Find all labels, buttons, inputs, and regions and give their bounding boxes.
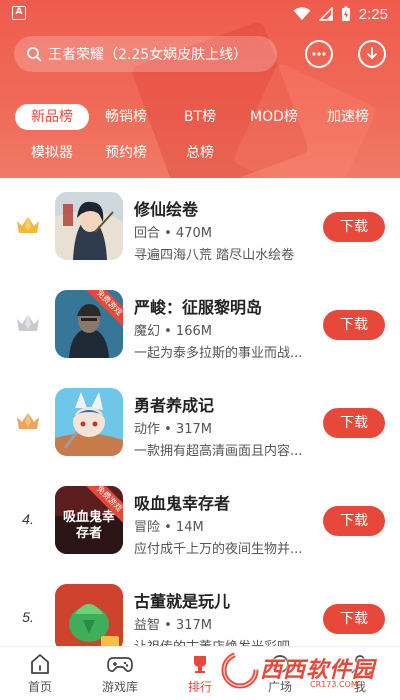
nav-game-library[interactable]: 游戏库 [90,651,150,697]
download-button[interactable]: 下载 [323,408,385,438]
list-item[interactable]: 4. 吸血鬼幸存者 免费游戏 吸血鬼幸存者 冒险 • 14M 应付成千上万的夜间… [0,476,400,574]
gold-crown-icon [17,217,39,233]
download-button[interactable]: 下载 [323,604,385,634]
download-manager-button[interactable] [358,40,386,68]
game-name: 古董就是玩儿 [134,592,231,611]
list-item[interactable]: 修仙绘卷 回合 • 470M 寻遍四海八荒 踏尽山水绘卷 下载 [0,182,400,280]
rank-1-crown [12,210,44,240]
list-item[interactable]: 免费游戏 严峻：征服黎明岛 魔幻 • 166M 一起为泰多拉斯的事业而战... … [0,280,400,378]
battery-icon [341,6,350,21]
search-bar[interactable]: 王者荣耀（2.25女娲皮肤上线） [14,36,277,72]
game-meta: 冒险 • 14M [134,520,204,535]
rank-5: 5. [12,602,44,632]
download-button[interactable]: 下载 [323,310,385,340]
gamepad-icon [107,657,133,672]
rank-3-crown [12,406,44,436]
download-button[interactable]: 下载 [323,506,385,536]
message-button[interactable] [305,40,333,68]
tab-bestseller[interactable]: 畅销榜 [98,104,154,130]
tab-emulator[interactable]: 模拟器 [24,140,80,166]
tab-new[interactable]: 新品榜 [15,104,89,130]
download-icon [367,47,377,59]
game-description: 一起为泰多拉斯的事业而战... [134,346,303,361]
game-meta: 益智 • 317M [134,618,212,633]
rank-4: 4. [12,504,44,534]
tab-mod[interactable]: MOD榜 [244,104,304,130]
status-bar: A 2:25 [0,0,400,28]
trophy-icon [194,656,206,673]
tab-bt[interactable]: BT榜 [172,104,228,130]
game-name: 勇者养成记 [134,396,215,415]
game-thumbnail[interactable] [55,584,123,646]
signal-icon [318,7,333,21]
game-thumbnail[interactable] [55,388,123,456]
tab-reservation[interactable]: 预约榜 [98,140,154,166]
game-description: 寻遍四海八荒 踏尽山水绘卷 [134,248,295,263]
game-name: 严峻：征服黎明岛 [134,298,263,317]
home-icon [31,654,49,674]
rank-2-crown [12,308,44,338]
game-thumbnail[interactable]: 吸血鬼幸存者 免费游戏 [55,486,123,554]
game-meta: 回合 • 470M [134,226,212,241]
game-description: 一款拥有超高清画面且内容... [134,444,303,459]
watermark-logo-icon [221,651,259,689]
game-name: 吸血鬼幸存者 [134,494,231,513]
tab-overall[interactable]: 总榜 [172,140,228,166]
game-thumbnail-title: 吸血鬼幸存者 [62,510,115,541]
watermark-url: CR173.COM [310,680,358,689]
search-icon [27,47,42,62]
wifi-icon [293,7,311,20]
game-thumbnail[interactable]: 免费游戏 [55,290,123,358]
clock: 2:25 [358,5,388,23]
download-button[interactable]: 下载 [323,212,385,242]
tab-accelerator[interactable]: 加速榜 [320,104,376,130]
list-item[interactable]: 勇者养成记 动作 • 317M 一款拥有超高清画面且内容... 下载 [0,378,400,476]
list-item[interactable]: 5. 古董就是玩儿 益智 • 317M 让祖传的古董店焕发光彩吧 下载 [0,574,400,646]
game-name: 修仙绘卷 [134,200,199,219]
game-description: 让祖传的古董店焕发光彩吧 [134,636,314,646]
nav-home[interactable]: 首页 [10,651,70,697]
game-meta: 动作 • 317M [134,422,212,437]
nav-label: 首页 [27,680,52,694]
bronze-crown-icon [17,413,39,429]
chat-icon [312,52,326,56]
nav-label: 游戏库 [101,680,138,694]
game-ranking-list: 修仙绘卷 回合 • 470M 寻遍四海八荒 踏尽山水绘卷 下载 免费游戏 严峻：… [0,178,400,646]
rank-number: 5. [22,609,34,625]
silver-crown-icon [17,315,39,331]
notification-icon: A [12,6,26,20]
site-watermark: 西西软件园 CR173.COM [218,648,390,692]
game-thumbnail[interactable] [55,192,123,260]
rank-number: 4. [22,511,34,527]
app-screen: A 2:25 王者荣耀（2.25女娲皮肤上线） 新品榜 畅销榜 BT榜 MOD榜… [0,0,400,700]
search-placeholder: 王者荣耀（2.25女娲皮肤上线） [48,47,248,63]
game-description: 应付成千上万的夜间生物并... [134,542,303,557]
game-meta: 魔幻 • 166M [134,324,212,339]
